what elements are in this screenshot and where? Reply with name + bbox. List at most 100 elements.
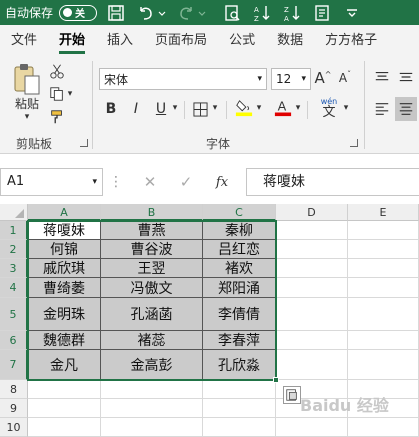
cell-b5[interactable]: 孔涵菡 (101, 298, 203, 331)
fill-color-dropdown-icon[interactable]: ▾ (255, 102, 263, 114)
paste-icon[interactable] (10, 62, 42, 96)
font-color-icon[interactable]: A (273, 97, 293, 119)
tab-ffgz[interactable]: 方方格子 (314, 25, 388, 57)
column-header-a[interactable]: A (28, 204, 101, 221)
cell-e7[interactable] (348, 350, 419, 380)
tab-home[interactable]: 开始 (48, 25, 96, 57)
print-preview-icon[interactable] (221, 2, 243, 24)
column-header-d[interactable]: D (276, 204, 348, 221)
column-header-c[interactable]: C (203, 204, 276, 221)
font-launcher-icon[interactable] (350, 139, 358, 147)
name-box[interactable]: A1 ▾ (0, 168, 103, 196)
customize-qat-icon[interactable] (341, 2, 363, 24)
column-header-e[interactable]: E (348, 204, 419, 221)
cell-c4[interactable]: 郑阳涌 (203, 278, 276, 298)
autosave-toggle[interactable]: 关 (59, 4, 98, 21)
name-box-dropdown-icon[interactable]: ▾ (92, 169, 97, 195)
cell-d4[interactable] (276, 278, 348, 298)
fill-color-icon[interactable] (234, 97, 254, 119)
borders-icon[interactable] (190, 99, 210, 119)
format-painter-icon[interactable] (48, 108, 66, 126)
sort-desc-icon[interactable]: ZA (281, 2, 303, 24)
cut-icon[interactable] (48, 62, 66, 80)
decrease-font-size-button[interactable]: Aˇ (336, 68, 354, 88)
cell-d10[interactable] (276, 418, 348, 437)
fill-handle[interactable] (273, 377, 279, 383)
enter-icon[interactable]: ✓ (176, 172, 196, 192)
cell-b8[interactable] (101, 380, 203, 399)
row-header-7[interactable]: 7 (0, 350, 28, 380)
paste-button[interactable]: 粘贴 (10, 95, 44, 111)
cell-c9[interactable] (203, 399, 276, 418)
cell-d5[interactable] (276, 298, 348, 331)
worksheet-grid[interactable]: A B C D E 1 2 3 4 5 6 7 8 9 10 蒋嗄妹 曹燕 秦柳… (0, 204, 419, 437)
column-header-b[interactable]: B (101, 204, 203, 221)
redo-icon[interactable] (175, 2, 197, 24)
middle-align-icon[interactable] (396, 67, 416, 87)
cell-c3[interactable]: 褚欢 (203, 259, 276, 278)
undo-dropdown-icon[interactable] (157, 2, 167, 24)
row-header-1[interactable]: 1 (0, 221, 28, 240)
cell-a10[interactable] (28, 418, 101, 437)
row-header-5[interactable]: 5 (0, 298, 28, 331)
cell-b3[interactable]: 王翌 (101, 259, 203, 278)
cell-c6[interactable]: 李春萍 (203, 331, 276, 350)
cell-e1[interactable] (348, 221, 419, 240)
cell-c1[interactable]: 秦柳 (203, 221, 276, 240)
cell-c2[interactable]: 吕红恋 (203, 240, 276, 259)
cell-e6[interactable] (348, 331, 419, 350)
phonetic-guide-button[interactable]: wén 文 (315, 95, 343, 121)
top-align-icon[interactable] (372, 67, 392, 87)
cell-c8[interactable] (203, 380, 276, 399)
cell-d2[interactable] (276, 240, 348, 259)
cell-a7[interactable]: 金凡 (28, 350, 101, 380)
quick-analysis-icon[interactable] (283, 386, 301, 404)
cell-c5[interactable]: 李倩倩 (203, 298, 276, 331)
phonetic-dropdown-icon[interactable]: ▾ (342, 102, 350, 114)
clipboard-launcher-icon[interactable] (80, 139, 88, 147)
cancel-icon[interactable]: ✕ (140, 172, 160, 192)
cell-b4[interactable]: 冯傲文 (101, 278, 203, 298)
align-left-icon[interactable] (372, 99, 392, 119)
cell-d3[interactable] (276, 259, 348, 278)
copy-icon[interactable] (48, 85, 66, 103)
sort-icon[interactable]: AZ (251, 2, 273, 24)
cell-e10[interactable] (348, 418, 419, 437)
copy-dropdown-icon[interactable]: ▾ (66, 89, 74, 99)
font-size-select[interactable]: 12 ▾ (271, 68, 311, 90)
bold-button[interactable]: B (102, 99, 120, 119)
tab-page-layout[interactable]: 页面布局 (144, 25, 218, 57)
undo-icon[interactable] (135, 2, 157, 24)
cell-d1[interactable] (276, 221, 348, 240)
cell-a1[interactable]: 蒋嗄妹 (28, 221, 101, 240)
cell-c10[interactable] (203, 418, 276, 437)
cell-b10[interactable] (101, 418, 203, 437)
cell-d6[interactable] (276, 331, 348, 350)
row-header-2[interactable]: 2 (0, 240, 28, 259)
font-name-dropdown-icon[interactable]: ▾ (257, 74, 262, 84)
form-icon[interactable] (311, 2, 333, 24)
cell-b7[interactable]: 金高彭 (101, 350, 203, 380)
save-icon[interactable] (105, 2, 127, 24)
cell-e3[interactable] (348, 259, 419, 278)
cell-d7[interactable] (276, 350, 348, 380)
borders-dropdown-icon[interactable]: ▾ (211, 102, 219, 114)
row-header-6[interactable]: 6 (0, 331, 28, 350)
align-center-icon[interactable] (395, 97, 417, 121)
tab-file[interactable]: 文件 (0, 25, 48, 57)
cell-a5[interactable]: 金明珠 (28, 298, 101, 331)
underline-button[interactable]: U (152, 99, 170, 119)
select-all-corner[interactable] (0, 204, 28, 221)
redo-dropdown-icon[interactable] (197, 2, 207, 24)
row-header-4[interactable]: 4 (0, 278, 28, 298)
underline-dropdown-icon[interactable]: ▾ (171, 102, 179, 114)
row-header-3[interactable]: 3 (0, 259, 28, 278)
paste-dropdown-icon[interactable]: ▾ (22, 112, 32, 122)
tab-data[interactable]: 数据 (266, 25, 314, 57)
cell-e4[interactable] (348, 278, 419, 298)
insert-function-icon[interactable]: fx (212, 172, 232, 192)
cell-b6[interactable]: 褚蕊 (101, 331, 203, 350)
font-name-select[interactable]: 宋体 ▾ (99, 68, 267, 90)
font-size-dropdown-icon[interactable]: ▾ (301, 74, 306, 84)
italic-button[interactable]: I (127, 99, 145, 119)
